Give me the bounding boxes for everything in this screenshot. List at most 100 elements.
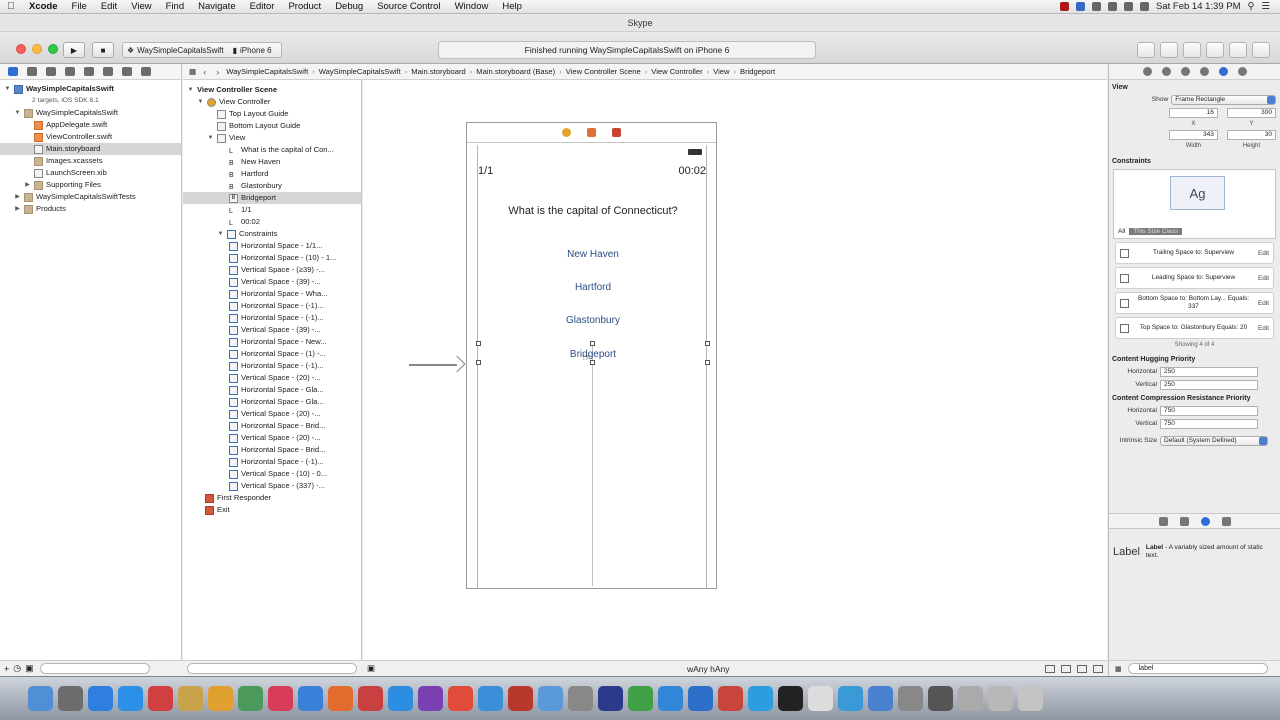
file-inspector-tab-icon[interactable] bbox=[1142, 67, 1152, 76]
dock-app-icon[interactable] bbox=[118, 686, 143, 711]
jump-bar-item[interactable]: Main.storyboard (Base) bbox=[476, 67, 555, 76]
jump-bar-item[interactable]: View bbox=[713, 67, 729, 76]
toggle-navigator-button[interactable] bbox=[1206, 42, 1224, 58]
menu-file[interactable]: File bbox=[65, 1, 94, 12]
constraint-tab-size-class[interactable]: This Size Class bbox=[1129, 228, 1183, 235]
counter-label[interactable]: 1/1 bbox=[478, 165, 493, 177]
resizing-behavior-icon[interactable] bbox=[1093, 664, 1103, 673]
outline-item-controller[interactable]: ▼ View Controller bbox=[183, 96, 361, 108]
dock-app-icon[interactable] bbox=[988, 686, 1013, 711]
dock-app-icon[interactable] bbox=[928, 686, 953, 711]
outline-item-constraint[interactable]: Horizontal Space - Gla... bbox=[183, 384, 361, 396]
run-button[interactable]: ▶ bbox=[63, 42, 85, 58]
project-navigator-tab-icon[interactable] bbox=[8, 67, 18, 76]
zoom-window-button[interactable] bbox=[48, 44, 58, 54]
x-field[interactable]: 16 bbox=[1168, 107, 1218, 118]
dock-app-icon[interactable] bbox=[628, 686, 653, 711]
dock-app-icon[interactable] bbox=[28, 686, 53, 711]
menu-window[interactable]: Window bbox=[448, 1, 496, 12]
skype-status-icon[interactable] bbox=[1092, 2, 1101, 11]
menu-product[interactable]: Product bbox=[281, 1, 328, 12]
dock-app-icon[interactable] bbox=[778, 686, 803, 711]
dock-app-icon[interactable] bbox=[328, 686, 353, 711]
compression-vertical-field[interactable]: 750 bbox=[1160, 418, 1258, 429]
resize-handle[interactable] bbox=[476, 360, 481, 365]
toggle-debug-area-button[interactable] bbox=[1229, 42, 1247, 58]
edit-constraint-button[interactable]: Edit bbox=[1258, 300, 1269, 307]
outline-item-constraint[interactable]: Horizontal Space - (-1)... bbox=[183, 456, 361, 468]
library-item-label[interactable]: Label Label - A variably sized amount of… bbox=[1113, 539, 1277, 565]
record-icon[interactable] bbox=[1060, 2, 1069, 11]
find-navigator-tab-icon[interactable] bbox=[46, 67, 56, 76]
menu-help[interactable]: Help bbox=[495, 1, 529, 12]
storyboard-canvas[interactable]: 1/1 00:02 What is the capital of Connect… bbox=[363, 80, 1107, 660]
identity-inspector-tab-icon[interactable] bbox=[1180, 67, 1190, 76]
recent-files-icon[interactable]: ◷ bbox=[13, 663, 21, 674]
file-template-library-icon[interactable] bbox=[1159, 516, 1168, 526]
edit-constraint-button[interactable]: Edit bbox=[1258, 250, 1269, 257]
outline-item-first-responder[interactable]: First Responder bbox=[183, 492, 361, 504]
dock-app-icon[interactable] bbox=[148, 686, 173, 711]
outline-item-constraint[interactable]: Vertical Space - (39) -... bbox=[183, 324, 361, 336]
edit-constraint-button[interactable]: Edit bbox=[1258, 325, 1269, 332]
dock-app-icon[interactable] bbox=[178, 686, 203, 711]
root-view[interactable]: 1/1 00:02 What is the capital of Connect… bbox=[476, 145, 710, 589]
outline-item-constraint[interactable]: Vertical Space - (20) -... bbox=[183, 372, 361, 384]
disclosure-triangle-icon[interactable]: ▼ bbox=[14, 107, 21, 119]
quick-help-tab-icon[interactable] bbox=[1161, 67, 1171, 76]
outline-item-button-selected[interactable]: B Bridgeport bbox=[183, 192, 361, 204]
report-navigator-tab-icon[interactable] bbox=[141, 67, 151, 76]
related-items-icon[interactable]: ▦ bbox=[189, 67, 196, 76]
dock-app-icon[interactable] bbox=[898, 686, 923, 711]
first-responder-dock-icon[interactable] bbox=[587, 128, 596, 137]
disclosure-triangle-icon[interactable]: ▼ bbox=[207, 132, 214, 144]
disclosure-triangle-icon[interactable]: ▶ bbox=[14, 191, 21, 203]
disclosure-triangle-icon[interactable]: ▼ bbox=[187, 84, 194, 96]
outline-item-constraint[interactable]: Horizontal Space - (10) - 1... bbox=[183, 252, 361, 264]
dock-app-icon[interactable] bbox=[688, 686, 713, 711]
align-icon[interactable] bbox=[1045, 664, 1055, 673]
show-popup[interactable]: Frame Rectangle bbox=[1171, 94, 1276, 105]
tree-item-file[interactable]: LaunchScreen.xib bbox=[0, 167, 181, 179]
scheme-selector[interactable]: ❖ WaySimpleCapitalsSwift ▮ iPhone 6 bbox=[122, 42, 282, 58]
tree-item-project[interactable]: ▼ WaySimpleCapitalsSwift bbox=[0, 83, 181, 95]
intrinsic-size-popup[interactable]: Default (System Defined) bbox=[1160, 435, 1268, 446]
initial-view-controller-arrow[interactable] bbox=[409, 355, 466, 373]
disclosure-triangle-icon[interactable]: ▼ bbox=[197, 96, 204, 108]
outline-item-constraint[interactable]: Vertical Space - (337) -... bbox=[183, 480, 361, 492]
outline-item-constraint[interactable]: Horizontal Space - New... bbox=[183, 336, 361, 348]
outline-item-constraint[interactable]: Vertical Space - (39) -... bbox=[183, 276, 361, 288]
tree-item-group[interactable]: ▶ Supporting Files bbox=[0, 179, 181, 191]
spotlight-icon[interactable]: ⚲ bbox=[1248, 1, 1255, 12]
tree-item-file[interactable]: ViewController.swift bbox=[0, 131, 181, 143]
outline-item-button[interactable]: B Glastonbury bbox=[183, 180, 361, 192]
dock-app-icon[interactable] bbox=[808, 686, 833, 711]
object-library-icon[interactable] bbox=[1201, 516, 1210, 526]
menu-app[interactable]: Xcode bbox=[22, 1, 65, 12]
outline-item-label-view[interactable]: L What is the capital of Con... bbox=[183, 144, 361, 156]
disclosure-triangle-icon[interactable]: ▼ bbox=[4, 83, 11, 95]
issue-navigator-tab-icon[interactable] bbox=[65, 67, 75, 76]
outline-item-constraint[interactable]: Horizontal Space - Gla... bbox=[183, 396, 361, 408]
dock-app-icon[interactable] bbox=[268, 686, 293, 711]
outline-item-constraint[interactable]: Vertical Space - (≥39) -... bbox=[183, 264, 361, 276]
outline-item-constraint[interactable]: Vertical Space - (10) - 0... bbox=[183, 468, 361, 480]
constraint-row[interactable]: Bottom Space to: Bottom Lay... Equals: 3… bbox=[1115, 292, 1274, 314]
menu-view[interactable]: View bbox=[124, 1, 158, 12]
assistant-editor-button[interactable] bbox=[1160, 42, 1178, 58]
dock-app-icon[interactable] bbox=[718, 686, 743, 711]
dock-app-icon[interactable] bbox=[538, 686, 563, 711]
connections-inspector-tab-icon[interactable] bbox=[1237, 67, 1247, 76]
wifi-icon[interactable] bbox=[1108, 2, 1117, 11]
dock-app-icon[interactable] bbox=[238, 686, 263, 711]
dock-app-icon[interactable] bbox=[748, 686, 773, 711]
menu-source-control[interactable]: Source Control bbox=[370, 1, 447, 12]
add-icon[interactable]: + bbox=[4, 664, 9, 674]
dock-app-icon[interactable] bbox=[418, 686, 443, 711]
dock-app-icon[interactable] bbox=[478, 686, 503, 711]
version-editor-button[interactable] bbox=[1183, 42, 1201, 58]
media-library-icon[interactable] bbox=[1222, 516, 1231, 526]
height-field[interactable]: 30 bbox=[1226, 129, 1277, 140]
menu-navigate[interactable]: Navigate bbox=[191, 1, 243, 12]
tree-item-group[interactable]: ▶ Products bbox=[0, 203, 181, 215]
